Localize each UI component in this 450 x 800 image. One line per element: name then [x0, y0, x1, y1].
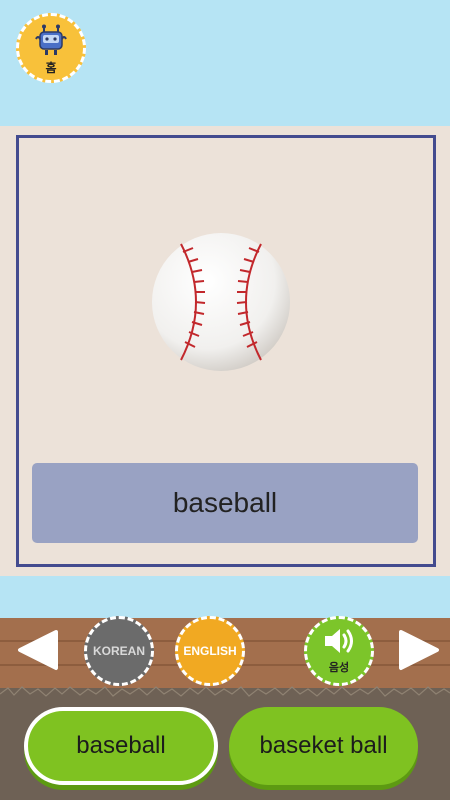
baseball-icon [151, 232, 291, 372]
sound-button[interactable]: 음성 [304, 616, 374, 686]
sound-label: 음성 [328, 662, 350, 674]
english-button[interactable]: ENGLISH [175, 616, 245, 686]
home-label: 홈 [45, 60, 57, 75]
answer-button-1[interactable]: baseball [24, 707, 218, 785]
speaker-icon [322, 627, 356, 658]
korean-label: KOREAN [92, 644, 145, 658]
sky-strip [0, 576, 450, 618]
korean-button[interactable]: KOREAN [84, 616, 154, 686]
robot-icon [34, 23, 68, 61]
home-button[interactable]: 홈 [16, 13, 86, 83]
answer-button-2[interactable]: baseket ball [229, 707, 418, 785]
english-label: ENGLISH [183, 644, 237, 658]
arrow-left-icon[interactable] [16, 628, 60, 672]
arrow-right-icon[interactable] [397, 628, 441, 672]
word-display: baseball [32, 463, 418, 543]
grass-decoration [0, 686, 450, 697]
